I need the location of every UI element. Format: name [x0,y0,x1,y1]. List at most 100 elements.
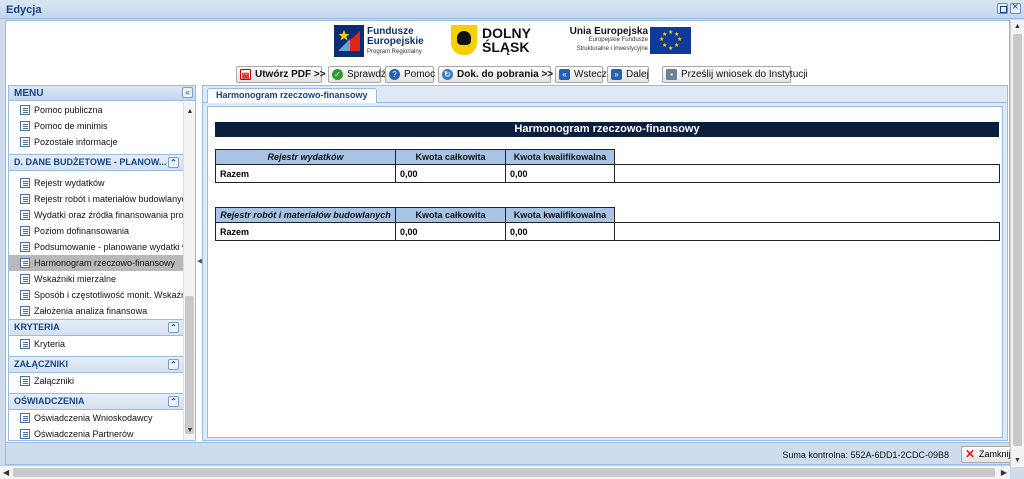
documents-download-label: Dok. do pobrania >> [457,69,554,80]
table-header: Rejestr wydatków [215,149,396,165]
scroll-down-icon[interactable]: ▼ [185,426,195,436]
help-button[interactable]: ? Pomoc [385,66,436,83]
menu-item-zalozenia-analiza[interactable]: Założenia analiza finansowa [9,303,183,319]
back-icon: « [559,69,570,80]
save-disk-icon: ▪ [666,69,677,80]
menu-item-oswiadczenia-wnioskodawcy[interactable]: Oświadczenia Wnioskodawcy [9,410,183,426]
close-x-icon: ✕ [965,447,976,461]
menu-item-zalaczniki[interactable]: Załączniki [9,373,183,389]
ds-line1: DOLNY [482,25,531,41]
close-icon[interactable] [1010,1,1021,14]
scroll-up-icon[interactable]: ▲ [1014,23,1021,30]
back-label: Wstecz [574,69,607,80]
back-button[interactable]: « Wstecz [555,66,607,83]
fe-line3: Program Regionalny [367,49,422,55]
fundusze-europejskie-logo [334,25,364,57]
table-header: Kwota całkowita [395,207,506,223]
table-cell [614,222,1000,241]
window-titlebar: Edycja [0,0,1024,19]
checksum-text: Suma kontrolna: 552A-6DD1-2CDC-09B8 [782,450,949,460]
table-row: Razem 0,00 0,00 [215,222,1000,241]
menu-item-pomoc-de-minimis[interactable]: Pomoc de minimis [9,118,183,134]
download-icon: ↻ [442,69,453,80]
dolny-slask-emblem-icon [451,25,477,55]
help-label: Pomoc [404,69,436,80]
menu-item-label: Sposób i częstotliwość monit. Wskaźników [34,290,183,300]
document-icon [20,274,30,284]
check-icon: ✓ [332,69,343,80]
menu-item-pomoc-publiczna[interactable]: Pomoc publiczna [9,102,183,118]
section-dane-budzetowe[interactable]: D. DANE BUDŻETOWE - PLANOW... ⌃ [9,154,183,171]
scrollbar-thumb[interactable] [13,468,995,477]
documents-download-button[interactable]: ↻ Dok. do pobrania >> [438,66,554,83]
ue-line2: Europejskie Fundusze [588,37,648,43]
menu-panel: MENU « Pomoc publiczna Pomoc de minimis … [8,85,196,441]
menu-item-rejestr-robot[interactable]: Rejestr robót i materiałów budowlanych [9,191,183,207]
menu-item-podsumowanie[interactable]: Podsumowanie - planowane wydatki w [9,239,183,255]
form-content: Harmonogram rzeczowo-finansowy Rejestr w… [207,106,1003,438]
menu-item-label: Podsumowanie - planowane wydatki w [34,242,183,252]
scroll-right-icon[interactable]: ▶ [1001,468,1007,477]
table-cell: 0,00 [395,164,506,183]
menu-item-poziom-dofinansowania[interactable]: Poziom dofinansowania [9,223,183,239]
menu-item-wydatki-zrodla[interactable]: Wydatki oraz źródła finansowania projekt… [9,207,183,223]
document-icon [20,137,30,147]
document-icon [20,105,30,115]
send-application-label: Prześlij wniosek do Instytucji [681,69,808,80]
menu-item-label: Rejestr robót i materiałów budowlanych [34,194,183,204]
sheet-title: Harmonogram rzeczowo-finansowy [215,122,999,137]
menu-item-harmonogram[interactable]: Harmonogram rzeczowo-finansowy [9,255,183,271]
table-cell [614,164,1000,183]
menu-item-oswiadczenia-partnerow[interactable]: Oświadczenia Partnerów [9,426,183,440]
window-title: Edycja [6,4,42,16]
window-vertical-scrollbar[interactable]: ▲ ▼ [1010,20,1024,467]
document-icon [20,121,30,131]
document-icon [20,413,30,423]
menu-header: MENU « [9,86,195,101]
section-oswiadczenia[interactable]: OŚWIADCZENIA ⌃ [9,393,183,410]
menu-item-sposob-monitorowania[interactable]: Sposób i częstotliwość monit. Wskaźników [9,287,183,303]
scrollbar-thumb[interactable] [185,296,194,434]
menu-item-wskazniki-mierzalne[interactable]: Wskaźniki mierzalne [9,271,183,287]
send-application-button[interactable]: ▪ Prześlij wniosek do Instytucji [662,66,808,83]
chevron-up-icon[interactable]: ⌃ [168,359,179,370]
next-button[interactable]: » Dalej [607,66,649,83]
document-icon [20,306,30,316]
create-pdf-label: Utwórz PDF >> [255,69,326,80]
tab-harmonogram[interactable]: Harmonogram rzeczowo-finansowy [207,88,377,103]
check-button[interactable]: ✓ Sprawdź [328,66,386,83]
menu-item-label: Pozostałe informacje [34,137,118,147]
scroll-left-icon[interactable]: ◀ [3,468,9,477]
application-panel: Fundusze Europejskie Program Regionalny … [5,20,1016,465]
table-cell: 0,00 [505,222,615,241]
menu-item-label: Poziom dofinansowania [34,226,130,236]
ue-line3: Strukturalne i Inwestycyjne [576,46,648,52]
menu-list: Pomoc publiczna Pomoc de minimis Pozosta… [9,102,183,440]
restore-icon[interactable] [997,3,1008,14]
menu-item-label: Harmonogram rzeczowo-finansowy [34,258,176,268]
window-horizontal-scrollbar[interactable]: ◀ ▶ [0,465,1010,479]
section-kryteria[interactable]: KRYTERIA ⌃ [9,319,183,336]
construction-works-table: Rejestr robót i materiałów budowlanych K… [215,207,1000,241]
document-icon [20,290,30,300]
table-header: Kwota całkowita [395,149,506,165]
scroll-up-icon[interactable]: ▲ [185,107,195,117]
collapse-menu-icon[interactable]: « [182,87,193,98]
chevron-up-icon[interactable]: ⌃ [168,322,179,333]
table-cell: Razem [215,164,396,183]
menu-item-kryteria[interactable]: Kryteria [9,336,183,352]
scroll-down-icon[interactable]: ▼ [1014,457,1021,464]
dolny-slask-text: DOLNY ŚLĄSK [482,26,531,54]
close-button[interactable]: ✕ Zamknij [961,446,1016,463]
table-row: Razem 0,00 0,00 [215,164,1000,183]
section-label: ZAŁĄCZNIKI [14,359,68,369]
chevron-up-icon[interactable]: ⌃ [168,157,179,168]
scrollbar-thumb[interactable] [1013,34,1022,446]
create-pdf-button[interactable]: ▤ Utwórz PDF >> [236,66,326,83]
table-header: Kwota kwalifikowalna [505,207,615,223]
menu-item-pozostale-informacje[interactable]: Pozostałe informacje [9,134,183,150]
menu-item-rejestr-wydatkow[interactable]: Rejestr wydatków [9,175,183,191]
menu-scrollbar[interactable]: ▲ ▼ [183,102,195,440]
chevron-up-icon[interactable]: ⌃ [168,396,179,407]
section-zalaczniki[interactable]: ZAŁĄCZNIKI ⌃ [9,356,183,373]
